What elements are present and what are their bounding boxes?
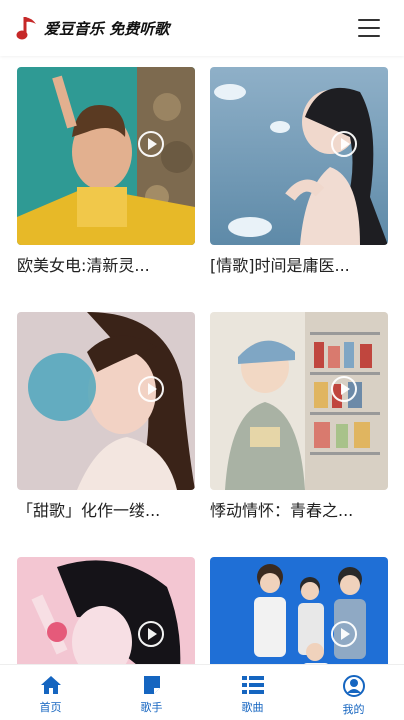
play-icon[interactable] bbox=[138, 376, 164, 402]
music-note-icon bbox=[16, 17, 36, 40]
playlist-title: 欧美女电:清新灵... bbox=[17, 256, 150, 275]
playlist-cover[interactable] bbox=[210, 312, 388, 490]
playlist-card[interactable]: 悸动情怀：青春之... bbox=[210, 312, 388, 522]
app-header: 爱豆音乐 免费听歌 bbox=[0, 0, 404, 56]
play-icon[interactable] bbox=[331, 376, 357, 402]
playlist-cover[interactable] bbox=[210, 557, 388, 664]
playlist-title: 悸动情怀：青春之... bbox=[210, 501, 354, 520]
playlist-cover[interactable] bbox=[210, 67, 388, 245]
play-icon[interactable] bbox=[138, 131, 164, 157]
logo-text: 爱豆音乐 免费听歌 bbox=[44, 19, 170, 38]
playlist-cover[interactable] bbox=[17, 67, 195, 245]
playlist-title: [情歌]时间是庸医... bbox=[210, 256, 350, 275]
tab-label: 首页 bbox=[39, 701, 62, 714]
tab-home[interactable]: 首页 bbox=[0, 665, 101, 720]
bottom-tab-bar: 首页 歌手 歌曲 我的 bbox=[0, 664, 404, 720]
song-list-icon bbox=[241, 676, 264, 694]
tab-label: 我的 bbox=[342, 703, 365, 716]
tab-label: 歌曲 bbox=[241, 701, 264, 714]
playlist-cover[interactable] bbox=[17, 312, 195, 490]
play-icon[interactable] bbox=[331, 131, 357, 157]
tab-songs[interactable]: 歌曲 bbox=[202, 665, 303, 720]
tab-label: 歌手 bbox=[140, 701, 163, 714]
playlist-card[interactable]: [情歌]时间是庸医... bbox=[210, 67, 388, 277]
home-icon bbox=[40, 676, 61, 694]
playlist-cover[interactable] bbox=[17, 557, 195, 664]
play-icon[interactable] bbox=[138, 621, 164, 647]
tab-mine[interactable]: 我的 bbox=[303, 665, 404, 720]
logo[interactable]: 爱豆音乐 免费听歌 bbox=[16, 14, 169, 42]
play-icon[interactable] bbox=[331, 621, 357, 647]
playlist-grid: 欧美女电:清新灵... [情歌]时间是庸医... 「甜歌」化作一缕... 悸动情… bbox=[0, 56, 404, 664]
playlist-title: 「甜歌」化作一缕... bbox=[17, 501, 161, 520]
hamburger-menu-icon[interactable] bbox=[356, 17, 382, 39]
singer-icon bbox=[143, 676, 160, 694]
tab-singer[interactable]: 歌手 bbox=[101, 665, 202, 720]
user-icon bbox=[342, 675, 365, 697]
playlist-card[interactable] bbox=[17, 557, 195, 664]
playlist-card[interactable]: 欧美女电:清新灵... bbox=[17, 67, 195, 277]
playlist-card[interactable]: 「甜歌」化作一缕... bbox=[17, 312, 195, 522]
playlist-card[interactable] bbox=[210, 557, 388, 664]
